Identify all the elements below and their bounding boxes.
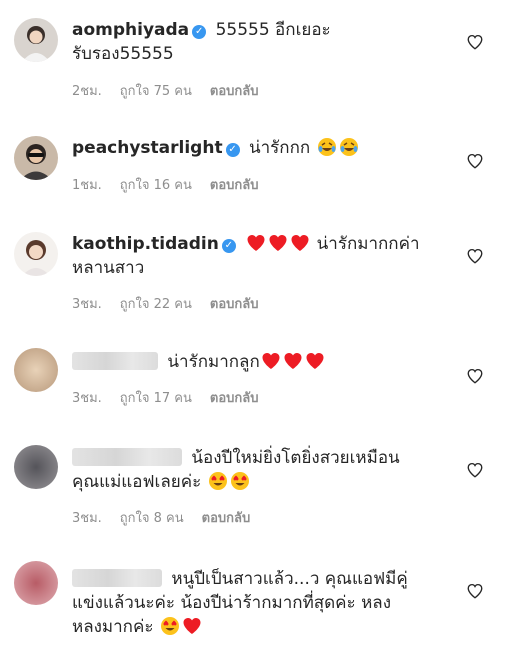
red-heart-emoji-icon	[183, 618, 201, 634]
reply-button[interactable]: ตอบกลับ	[210, 84, 259, 99]
comment-body: 55555 อีกเยอะ	[215, 20, 331, 40]
timestamp: 3ชม.	[72, 391, 102, 406]
heart-outline-icon[interactable]	[466, 461, 484, 479]
red-heart-emoji-icon	[247, 235, 265, 251]
comment-meta: 3ชม. ถูกใจ 17 คน ตอบกลับ	[72, 387, 277, 408]
like-count[interactable]: ถูกใจ 16 คน	[120, 178, 192, 193]
comment-meta: 1ชม. ถูกใจ 16 คน ตอบกลับ	[72, 174, 277, 195]
heart-eyes-emoji-icon	[208, 472, 227, 490]
verified-badge-icon: ✓	[221, 239, 236, 253]
username[interactable]: peachystarlight	[72, 138, 223, 158]
red-heart-emoji-icon	[262, 353, 280, 369]
comment-meta: 3ชม. ถูกใจ 22 คน ตอบกลับ	[72, 293, 277, 314]
heart-outline-icon[interactable]	[466, 247, 484, 265]
red-heart-emoji-icon	[306, 353, 324, 369]
comment-body-line2: แข่งแล้วนะค่ะ น้องปีน่าร้ากมากที่สุดค่ะ …	[72, 593, 392, 613]
heart-eyes-emoji-icon	[230, 472, 249, 490]
blurred-username[interactable]	[72, 352, 158, 370]
comment-text: aomphiyada ✓ 55555 อีกเยอะ รับรอง55555	[72, 18, 442, 66]
heart-outline-icon[interactable]	[466, 152, 484, 170]
verified-badge-icon: ✓	[192, 25, 207, 39]
red-heart-emoji-icon	[269, 235, 287, 251]
red-heart-emoji-icon	[284, 353, 302, 369]
reply-button[interactable]: ตอบกลับ	[210, 297, 259, 312]
comment-body-line3: หลงมากค่ะ	[72, 617, 154, 637]
comment-body: น้องปีใหม่ยิ่งโตยิ่งสวยเหมือน	[191, 448, 400, 468]
timestamp: 3ชม.	[72, 297, 102, 312]
timestamp: 3ชม.	[72, 511, 102, 526]
comment-body: น่ารักกก	[249, 138, 311, 158]
comment-text: kaothip.tidadin ✓ น่ารักมากกค่า หลานสาว	[72, 232, 442, 280]
verified-badge-icon: ✓	[225, 143, 240, 157]
username[interactable]: aomphiyada	[72, 20, 189, 40]
comment-meta: 3ชม. ถูกใจ 8 คน ตอบกลับ	[72, 507, 268, 528]
like-count[interactable]: ถูกใจ 17 คน	[120, 391, 192, 406]
reply-button[interactable]: ตอบกลับ	[202, 511, 251, 526]
comment-text: หนูปีเป็นสาวแล้ว...ว คุณแอฟมีคู่ แข่งแล้…	[72, 567, 442, 639]
heart-outline-icon[interactable]	[466, 582, 484, 600]
comment-body-line2: รับรอง55555	[72, 44, 174, 64]
comment-body: น่ารักมากกค่า	[316, 234, 420, 254]
like-count[interactable]: ถูกใจ 8 คน	[120, 511, 184, 526]
red-heart-emoji-icon	[291, 235, 309, 251]
comment-body-line2: หลานสาว	[72, 258, 145, 278]
avatar[interactable]	[14, 348, 58, 392]
comment-body-line2: คุณแม่แอฟเลยค่ะ	[72, 472, 202, 492]
comment-body: น่ารักมากลูก	[167, 352, 260, 372]
like-count[interactable]: ถูกใจ 22 คน	[120, 297, 192, 312]
like-count[interactable]: ถูกใจ 75 คน	[120, 84, 192, 99]
avatar[interactable]	[14, 136, 58, 180]
comment-text: peachystarlight ✓ น่ารักกก	[72, 136, 442, 160]
timestamp: 2ชม.	[72, 84, 102, 99]
blurred-username[interactable]	[72, 448, 182, 466]
comment-text: น้องปีใหม่ยิ่งโตยิ่งสวยเหมือน คุณแม่แอฟเ…	[72, 446, 442, 494]
comment-body: หนูปีเป็นสาวแล้ว...ว คุณแอฟมีคู่	[171, 569, 408, 589]
laughing-tears-emoji-icon	[317, 138, 336, 156]
avatar[interactable]	[14, 232, 58, 276]
reply-button[interactable]: ตอบกลับ	[210, 391, 259, 406]
heart-eyes-emoji-icon	[160, 617, 179, 635]
blurred-username[interactable]	[72, 569, 162, 587]
username[interactable]: kaothip.tidadin	[72, 234, 219, 254]
avatar[interactable]	[14, 18, 58, 62]
reply-button[interactable]: ตอบกลับ	[210, 178, 259, 193]
laughing-tears-emoji-icon	[339, 138, 358, 156]
avatar[interactable]	[14, 561, 58, 605]
comment-meta: 2ชม. ถูกใจ 75 คน ตอบกลับ	[72, 80, 277, 101]
comment-text: น่ารักมากลูก	[72, 350, 442, 374]
heart-outline-icon[interactable]	[466, 33, 484, 51]
avatar[interactable]	[14, 445, 58, 489]
heart-outline-icon[interactable]	[466, 367, 484, 385]
timestamp: 1ชม.	[72, 178, 102, 193]
